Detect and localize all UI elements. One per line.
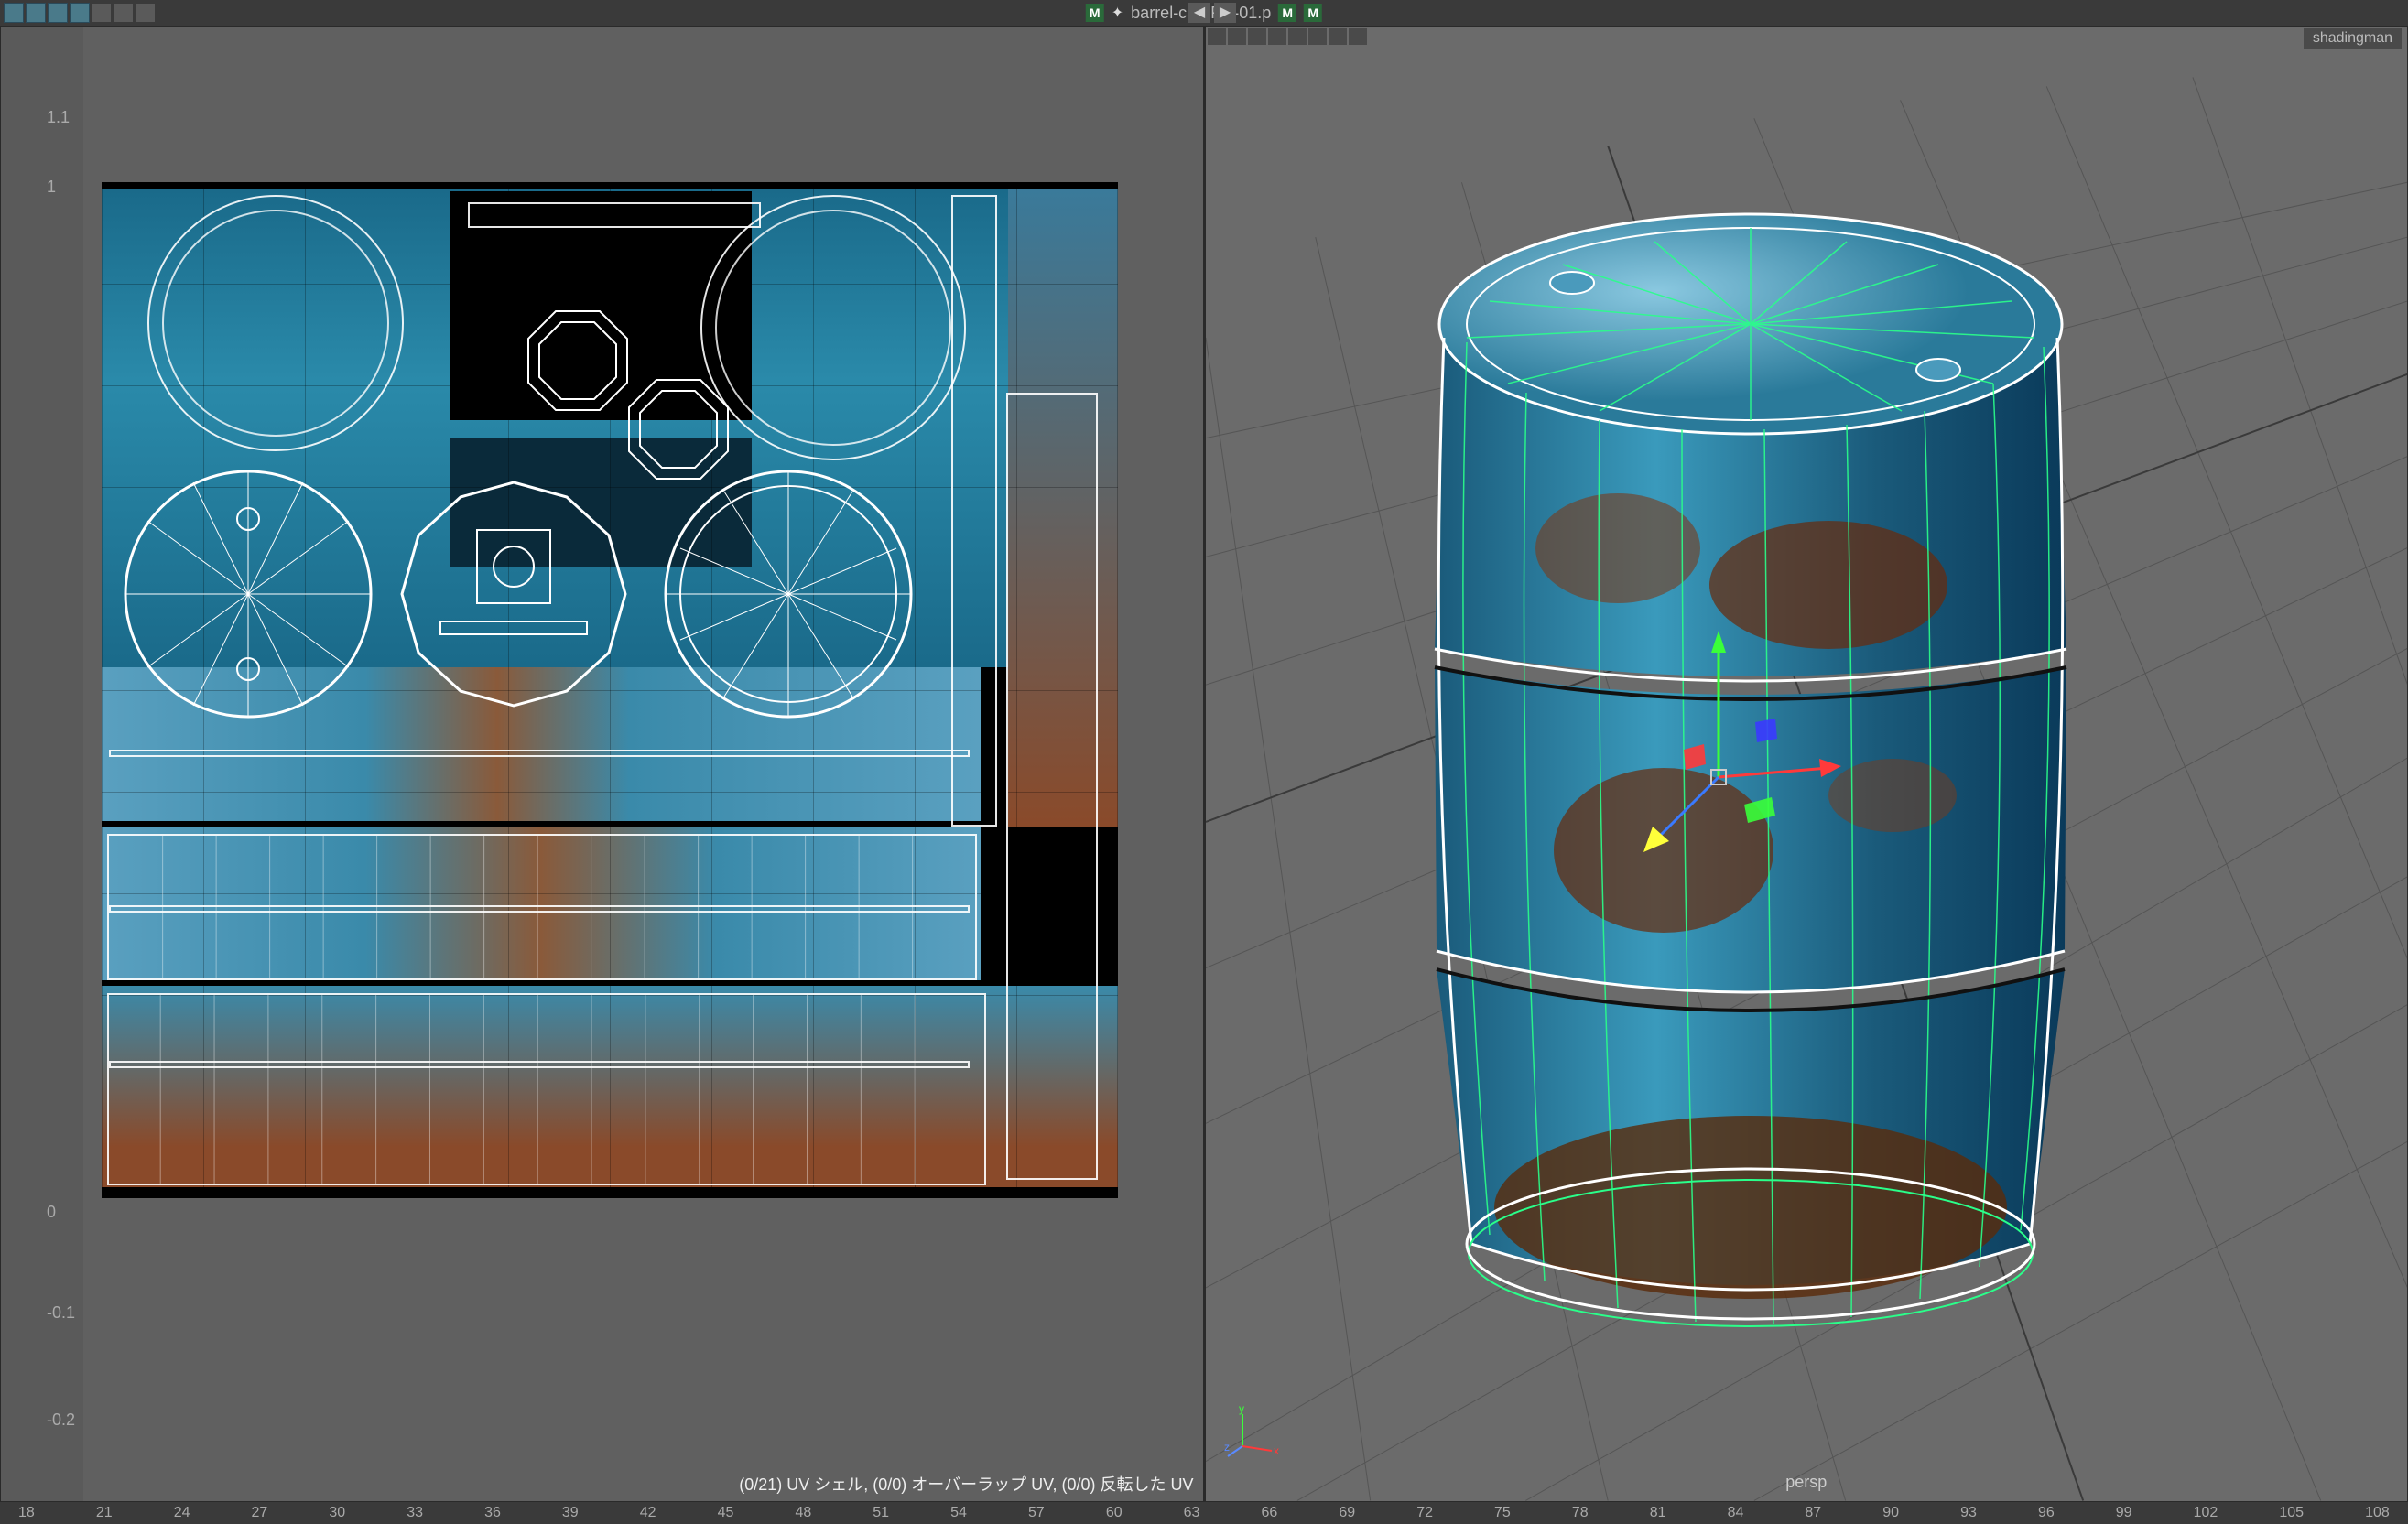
frame-tick[interactable]: 24	[174, 1505, 190, 1521]
nav-next-button[interactable]: ▶	[1214, 3, 1236, 23]
uv-area[interactable]	[83, 27, 1203, 1501]
timeline[interactable]: 18 21 24 27 30 33 36 39 42 45 48 51 54 5…	[0, 1502, 2408, 1524]
main-split: 1.1 1 0 -0.1 -0.2	[0, 26, 2408, 1502]
uv-tick: 1	[47, 178, 56, 197]
uv-status-text: (0/21) UV シェル, (0/0) オーバーラップ UV, (0/0) 反…	[739, 1472, 1193, 1496]
frame-tick[interactable]: 99	[2116, 1505, 2132, 1521]
frame-tick[interactable]: 102	[2194, 1505, 2218, 1521]
svg-text:z: z	[1224, 1441, 1230, 1454]
nav-prev-button[interactable]: ◀	[1188, 3, 1210, 23]
move-gizmo[interactable]	[1627, 621, 1847, 859]
viewport-3d-panel[interactable]: shadingman	[1205, 26, 2408, 1502]
uv-shell-top-cap-1[interactable]	[120, 466, 376, 722]
frame-tick[interactable]: 69	[1339, 1505, 1355, 1521]
uv-shell-seam-2[interactable]	[109, 905, 970, 913]
toolbar-btn-7[interactable]	[136, 3, 156, 23]
nav-arrows: ◀ ▶	[1188, 3, 1236, 23]
uv-tick: -0.2	[47, 1411, 75, 1430]
toolbar-btn-3[interactable]	[48, 3, 68, 23]
frame-tick[interactable]: 33	[407, 1505, 423, 1521]
toolbar-btn-1[interactable]	[4, 3, 24, 23]
toolbar-btn-2[interactable]	[26, 3, 46, 23]
frame-tick[interactable]: 72	[1416, 1505, 1433, 1521]
uv-tick: 1.1	[47, 108, 70, 127]
maya-icon-2: M	[1278, 4, 1296, 22]
frame-tick[interactable]: 36	[484, 1505, 501, 1521]
camera-label: persp	[1785, 1473, 1827, 1492]
frame-tick[interactable]: 18	[18, 1505, 35, 1521]
frame-tick[interactable]: 75	[1494, 1505, 1511, 1521]
uv-shell-top-cap-2[interactable]	[660, 466, 917, 722]
frame-tick[interactable]: 57	[1028, 1505, 1045, 1521]
frame-tick[interactable]: 30	[329, 1505, 345, 1521]
toolbar-btn-4[interactable]	[70, 3, 90, 23]
frame-tick[interactable]: 54	[950, 1505, 967, 1521]
frame-tick[interactable]: 21	[96, 1505, 113, 1521]
frame-tick[interactable]: 60	[1106, 1505, 1123, 1521]
uv-texture-background	[102, 182, 1118, 1198]
frame-tick[interactable]: 27	[252, 1505, 268, 1521]
top-toolbar: M ✦ barrel-can-RE-01.p M M ◀ ▶	[0, 0, 2408, 26]
frame-tick[interactable]: 63	[1184, 1505, 1200, 1521]
maya-icon-3: M	[1304, 4, 1322, 22]
axis-indicator: y x z	[1224, 1405, 1279, 1465]
uv-shell-body-strip-2[interactable]	[107, 993, 986, 1185]
uv-shell-bar-top[interactable]	[468, 202, 761, 228]
frame-tick[interactable]: 45	[718, 1505, 734, 1521]
uv-shell-octagon-1[interactable]	[523, 306, 633, 416]
frame-tick[interactable]: 39	[562, 1505, 579, 1521]
frame-tick[interactable]: 108	[2365, 1505, 2390, 1521]
maya-icon: M	[1086, 4, 1104, 22]
uv-canvas[interactable]: 1.1 1 0 -0.1 -0.2	[1, 27, 1203, 1501]
frame-tick[interactable]: 78	[1572, 1505, 1589, 1521]
uv-shell-mid-frame[interactable]	[395, 475, 633, 713]
uv-tick: 0	[47, 1203, 56, 1222]
frame-tick[interactable]: 84	[1728, 1505, 1744, 1521]
star-icon: ✦	[1112, 4, 1123, 22]
uv-shell-ring-top-left[interactable]	[147, 195, 404, 451]
frame-tick[interactable]: 93	[1960, 1505, 1977, 1521]
uv-tick: -0.1	[47, 1303, 75, 1323]
uv-editor-panel[interactable]: 1.1 1 0 -0.1 -0.2	[0, 26, 1205, 1502]
uv-ruler-vertical: 1.1 1 0 -0.1 -0.2	[1, 27, 83, 1501]
frame-tick[interactable]: 51	[873, 1505, 889, 1521]
toolbar-btn-5[interactable]	[92, 3, 112, 23]
svg-text:x: x	[1274, 1444, 1279, 1457]
frame-tick[interactable]: 81	[1650, 1505, 1666, 1521]
uv-shell-seam-3[interactable]	[109, 1061, 970, 1068]
uv-shell-vertical-strip-1[interactable]	[951, 195, 997, 827]
frame-tick[interactable]: 66	[1262, 1505, 1278, 1521]
uv-shell-ring-top-right[interactable]	[700, 195, 966, 460]
frame-tick[interactable]: 90	[1882, 1505, 1899, 1521]
frame-tick[interactable]: 105	[2279, 1505, 2304, 1521]
viewport-3d[interactable]: shadingman	[1206, 27, 2408, 1501]
frame-tick[interactable]: 96	[2038, 1505, 2055, 1521]
frame-tick[interactable]: 87	[1805, 1505, 1821, 1521]
frame-tick[interactable]: 42	[640, 1505, 656, 1521]
toolbar-btn-6[interactable]	[114, 3, 134, 23]
uv-shell-seam-1[interactable]	[109, 750, 970, 757]
frame-tick[interactable]: 48	[795, 1505, 811, 1521]
uv-shell-vertical-strip-2[interactable]	[1006, 393, 1098, 1180]
svg-text:y: y	[1239, 1405, 1244, 1415]
